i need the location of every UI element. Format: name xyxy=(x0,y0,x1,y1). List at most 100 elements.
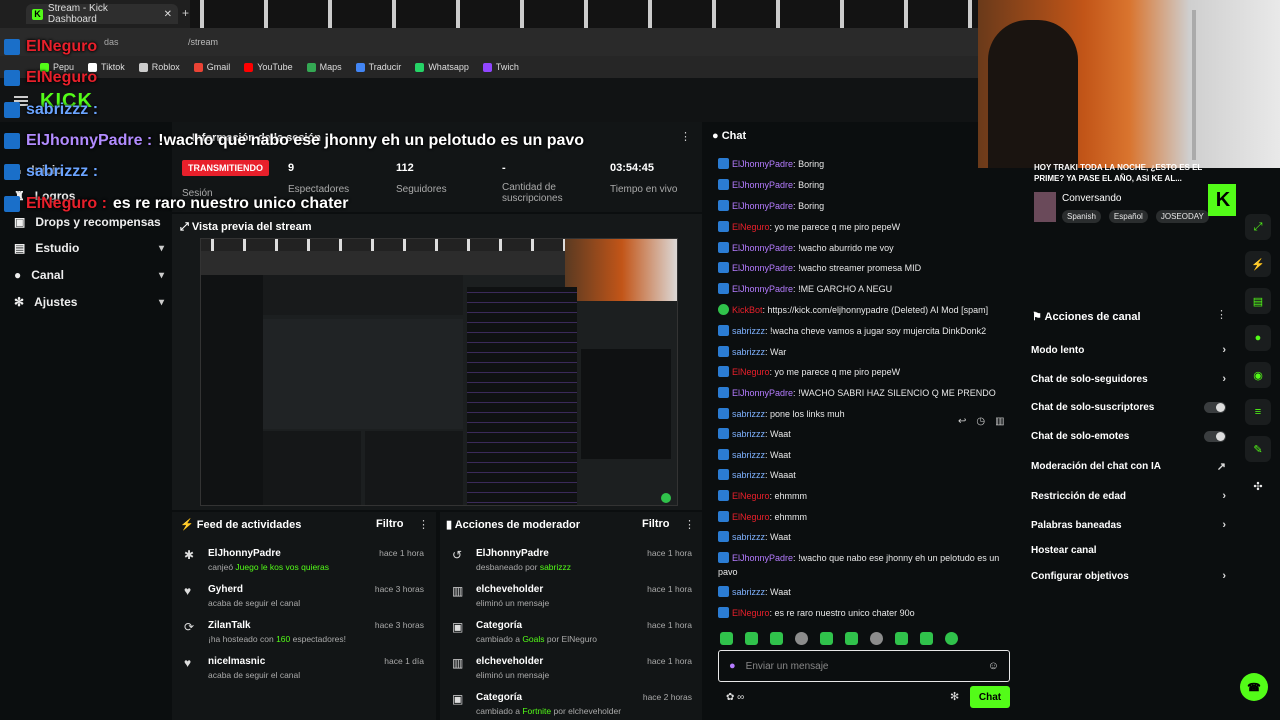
emote-icon[interactable] xyxy=(795,632,808,645)
more-icon[interactable]: ⋮ xyxy=(680,130,691,143)
mod-filter-button[interactable]: Filtro xyxy=(642,518,670,530)
channel-action-item[interactable]: Chat de solo-seguidores › xyxy=(1031,373,1226,385)
list-item[interactable]: ✱ ElJhonnyPadre canjeó Juego le kos vos qu… xyxy=(184,548,424,572)
chat-message[interactable]: ElJhonnyPadre: Boring xyxy=(718,178,1010,192)
chat-message[interactable]: sabrizzz: Waaat xyxy=(718,468,1010,482)
more-icon[interactable]: ⋮ xyxy=(1216,308,1227,321)
chat-username[interactable]: ElNeguro xyxy=(732,367,770,377)
bookmark-item[interactable]: Roblox xyxy=(138,62,180,72)
bookmark-item[interactable]: YouTube xyxy=(244,62,293,72)
chat-send-button[interactable]: Chat xyxy=(970,686,1010,708)
browser-tab[interactable]: K Stream - Kick Dashboard ✕ xyxy=(26,3,178,25)
toggle-switch[interactable] xyxy=(1204,431,1226,442)
chat-username[interactable]: ElJhonnyPadre xyxy=(732,159,793,169)
list-item[interactable]: ♥ nicelmasnic acaba de seguir el canal hace… xyxy=(184,656,424,680)
channel-action-item[interactable]: Modo lento › xyxy=(1031,344,1226,356)
chat-message[interactable]: ElJhonnyPadre: !wacho que nabo ese jhonn… xyxy=(718,551,1010,579)
activity-filter-button[interactable]: Filtro xyxy=(376,518,404,530)
bookmark-item[interactable]: Gmail xyxy=(193,62,230,72)
list-item[interactable]: ▣ Categoría cambiado a Goals por ElNeguro h… xyxy=(452,620,692,644)
channel-action-item[interactable]: Moderación del chat con IA ↗ xyxy=(1031,460,1226,473)
chat-bubble-icon[interactable]: ● xyxy=(1245,325,1271,351)
more-icon[interactable]: ⋮ xyxy=(418,518,429,531)
emote-icon[interactable] xyxy=(720,632,733,645)
emote-icon[interactable] xyxy=(745,632,758,645)
wrench-icon[interactable]: ✎ xyxy=(1245,436,1271,462)
sidebar-item-ajustes[interactable]: ✻ Ajustes ▾ xyxy=(14,292,164,312)
chat-username[interactable]: sabrizzz xyxy=(732,429,765,439)
sidebar-item-drops[interactable]: ▣ Drops y recompensas xyxy=(14,212,164,232)
chat-username[interactable]: ElJhonnyPadre xyxy=(732,180,793,190)
chat-message[interactable]: sabrizzz: Waat xyxy=(718,427,1010,441)
chat-message[interactable]: ElJhonnyPadre: Boring xyxy=(718,199,1010,213)
reply-icon[interactable]: ↩ xyxy=(958,416,966,427)
category-thumbnail[interactable] xyxy=(1034,192,1056,222)
list-item[interactable]: ⟳ ZilanTalk ¡ha hosteado con 160 espectado… xyxy=(184,620,424,644)
subtitle-highlight[interactable]: Goals xyxy=(522,634,544,644)
bookmark-item[interactable]: Twich xyxy=(482,62,519,72)
chat-username[interactable]: sabrizzz xyxy=(732,326,765,336)
chat-username[interactable]: sabrizzz xyxy=(732,587,765,597)
chat-username[interactable]: sabrizzz xyxy=(732,347,765,357)
list-item[interactable]: ▣ Categoría cambiado a Fortnite por elchev… xyxy=(452,692,692,716)
emote-icon[interactable] xyxy=(870,632,883,645)
channel-action-item[interactable]: Chat de solo-suscriptores xyxy=(1031,402,1226,413)
document-icon[interactable]: ▤ xyxy=(1245,288,1271,314)
chat-username[interactable]: KickBot xyxy=(732,305,763,315)
chat-message[interactable]: sabrizzz: War xyxy=(718,345,1010,359)
emote-icon[interactable] xyxy=(895,632,908,645)
channel-action-item[interactable]: Configurar objetivos › xyxy=(1031,570,1226,582)
chat-username[interactable]: ElJhonnyPadre xyxy=(732,388,793,398)
chat-message[interactable]: KickBot: https://kick.com/eljhonnypadre … xyxy=(718,303,1010,317)
tag-pill[interactable]: JOSEODAY xyxy=(1155,210,1209,223)
emote-icon[interactable] xyxy=(920,632,933,645)
subtitle-highlight[interactable]: Fortnite xyxy=(522,706,551,716)
chat-message[interactable]: ElNeguro: ehmmm xyxy=(718,489,1010,503)
chat-message[interactable]: sabrizzz: Waat xyxy=(718,530,1010,544)
list-icon[interactable]: ≡ xyxy=(1245,399,1271,425)
bookmark-item[interactable]: Whatsapp xyxy=(415,62,469,72)
menu-icon[interactable] xyxy=(14,96,28,98)
subtitle-highlight[interactable]: sabrizzz xyxy=(540,562,571,572)
new-tab-icon[interactable]: + xyxy=(182,6,189,20)
emote-icon[interactable] xyxy=(820,632,833,645)
chat-message[interactable]: sabrizzz: !wacha cheve vamos a jugar soy… xyxy=(718,324,1010,338)
bookmark-item[interactable]: Traducir xyxy=(355,62,401,72)
expand-icon[interactable]: ⤢ xyxy=(1245,214,1271,240)
chat-message[interactable]: ElJhonnyPadre: !WACHO SABRI HAZ SILENCIO… xyxy=(718,386,1010,400)
chat-settings-icon[interactable]: ✻ xyxy=(950,690,959,703)
toggle-switch[interactable] xyxy=(1204,402,1226,413)
tag-pill[interactable]: Spanish xyxy=(1062,210,1101,223)
timeout-icon[interactable]: ◷ xyxy=(976,416,985,427)
delete-icon[interactable]: ▥ xyxy=(995,416,1004,427)
chat-message[interactable]: ElNeguro: ehmmm xyxy=(718,510,1010,524)
chat-username[interactable]: ElNeguro xyxy=(732,608,770,618)
chat-username[interactable]: sabrizzz xyxy=(732,450,765,460)
chat-username[interactable]: sabrizzz xyxy=(732,470,765,480)
subtitle-highlight[interactable]: Juego le kos vos quieras xyxy=(235,562,329,572)
chat-message[interactable]: ElJhonnyPadre: !ME GARCHO A NEGU xyxy=(718,282,1010,296)
chat-username[interactable]: ElJhonnyPadre xyxy=(732,201,793,211)
channel-action-item[interactable]: Chat de solo-emotes xyxy=(1031,431,1226,442)
chat-username[interactable]: ElNeguro xyxy=(732,222,770,232)
chat-username[interactable]: ElNeguro xyxy=(732,491,770,501)
broadcast-icon[interactable]: ◉ xyxy=(1245,362,1271,388)
chat-message[interactable]: ElJhonnyPadre: Boring xyxy=(718,157,1010,171)
chat-username[interactable]: ElJhonnyPadre xyxy=(732,553,793,563)
emote-icon[interactable] xyxy=(770,632,783,645)
chat-message[interactable]: sabrizzz: Waat xyxy=(718,448,1010,462)
support-icon[interactable]: ☎ xyxy=(1240,673,1268,701)
chat-message[interactable]: sabrizzz: Waat xyxy=(718,585,1010,599)
stream-preview-image[interactable] xyxy=(200,238,678,506)
chat-username[interactable]: ElJhonnyPadre xyxy=(732,243,793,253)
expand-icon[interactable]: ⤢ xyxy=(180,221,189,233)
more-icon[interactable]: ⋮ xyxy=(684,518,695,531)
chat-username[interactable]: ElJhonnyPadre xyxy=(732,263,793,273)
emoji-icon[interactable]: ☺ xyxy=(988,660,999,672)
emote-icon[interactable] xyxy=(945,632,958,645)
tag-pill[interactable]: Español xyxy=(1108,210,1148,223)
chat-input[interactable]: ● Enviar un mensaje ☺ xyxy=(718,650,1010,682)
bolt-icon[interactable]: ⚡ xyxy=(1245,251,1271,277)
sidebar-item-estudio[interactable]: ▤ Estudio ▾ xyxy=(14,238,164,258)
list-item[interactable]: ♥ Gyherd acaba de seguir el canal hace 3 ho… xyxy=(184,584,424,608)
